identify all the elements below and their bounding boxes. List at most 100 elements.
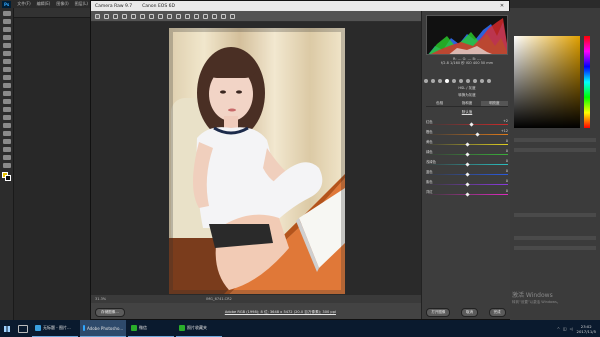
- hand-tool-icon[interactable]: [104, 13, 109, 19]
- eyedropper-tool-icon[interactable]: [2, 51, 11, 56]
- convert-grayscale-checkbox[interactable]: 转换为灰度: [422, 93, 512, 98]
- crop-tool-icon[interactable]: [140, 13, 145, 19]
- brush-tool-icon[interactable]: [2, 67, 11, 72]
- hue-slider[interactable]: [584, 36, 590, 128]
- zoom-tool-icon[interactable]: [95, 13, 100, 19]
- eraser-tool-icon[interactable]: [2, 91, 11, 96]
- close-icon[interactable]: ✕: [495, 3, 509, 9]
- hand-tool-icon[interactable]: [2, 155, 11, 160]
- taskbar-item[interactable]: 照片收藏夹: [176, 320, 222, 337]
- radial-filter-icon[interactable]: [203, 13, 208, 19]
- gradient-tool-icon[interactable]: [2, 99, 11, 104]
- split-toning-icon[interactable]: [452, 78, 456, 83]
- slider-value[interactable]: +2: [503, 119, 508, 123]
- save-image-button[interactable]: 存储图像...: [95, 307, 125, 317]
- rotate-cw-icon[interactable]: [230, 13, 235, 19]
- slider-handle[interactable]: [465, 141, 470, 147]
- slider-handle[interactable]: [469, 121, 474, 127]
- color-sampler-tool-icon[interactable]: [122, 13, 127, 19]
- taskbar-item-photoshop[interactable]: Adobe Photosho...: [80, 320, 126, 337]
- menu-layer[interactable]: 图层(L): [75, 1, 88, 7]
- slider-handle[interactable]: [465, 161, 470, 167]
- done-button[interactable]: 完成: [488, 307, 506, 317]
- menu-file[interactable]: 文件(F): [17, 1, 30, 7]
- open-image-button[interactable]: 打开图像: [426, 307, 451, 317]
- lens-corrections-icon[interactable]: [459, 78, 463, 83]
- hsl-icon[interactable]: [445, 78, 449, 83]
- slider-track[interactable]: [426, 134, 508, 136]
- rotate-ccw-icon[interactable]: [221, 13, 226, 19]
- menu-image[interactable]: 图像(I): [56, 1, 68, 7]
- red-eye-tool-icon[interactable]: [176, 13, 181, 19]
- network-icon[interactable]: ◫: [563, 326, 567, 331]
- slider-value[interactable]: 0: [506, 159, 508, 163]
- clone-stamp-tool-icon[interactable]: [2, 75, 11, 80]
- taskbar-item[interactable]: 无标题 - 图片...: [32, 320, 78, 337]
- slider-handle[interactable]: [474, 131, 480, 137]
- graduated-filter-icon[interactable]: [194, 13, 199, 19]
- slider-value[interactable]: 0: [506, 179, 508, 183]
- shape-tool-icon[interactable]: [2, 147, 11, 152]
- type-tool-icon[interactable]: [2, 131, 11, 136]
- preferences-icon[interactable]: [212, 13, 217, 19]
- slider-handle[interactable]: [465, 171, 470, 177]
- detail-icon[interactable]: [438, 78, 442, 83]
- pen-tool-icon[interactable]: [2, 123, 11, 128]
- image-preview[interactable]: [91, 22, 421, 295]
- presets-icon[interactable]: [480, 78, 484, 83]
- quick-select-tool-icon[interactable]: [2, 35, 11, 40]
- slider-track[interactable]: [426, 124, 508, 126]
- slider-handle[interactable]: [465, 181, 470, 187]
- task-view-icon[interactable]: [18, 324, 28, 333]
- path-select-tool-icon[interactable]: [2, 139, 11, 144]
- slider-value[interactable]: 0: [506, 139, 508, 143]
- tab-hue[interactable]: 色相: [426, 101, 454, 107]
- healing-brush-tool-icon[interactable]: [2, 59, 11, 64]
- slider-value[interactable]: 0: [506, 169, 508, 173]
- camera-raw-dialog: Camera Raw 9.7 Canon EOS 6D ✕ 31.3% IMG_…: [90, 0, 512, 320]
- camera-calibration-icon[interactable]: [473, 78, 477, 83]
- taskbar-item-wechat[interactable]: 微信: [128, 320, 174, 337]
- adjustment-brush-icon[interactable]: [185, 13, 190, 19]
- tray-arrow-icon[interactable]: ^: [557, 326, 560, 331]
- tone-curve-icon[interactable]: [431, 78, 435, 83]
- clock[interactable]: 23:02 2017/11/5: [577, 324, 596, 334]
- zoom-level[interactable]: 31.3%: [95, 297, 106, 301]
- default-link[interactable]: 默认值: [422, 110, 512, 115]
- spot-removal-tool-icon[interactable]: [167, 13, 172, 19]
- color-picker-field[interactable]: [514, 36, 580, 128]
- dodge-tool-icon[interactable]: [2, 115, 11, 120]
- basic-panel-icon[interactable]: [424, 78, 428, 83]
- history-brush-tool-icon[interactable]: [2, 83, 11, 88]
- tab-luminance[interactable]: 明亮度: [480, 101, 508, 107]
- snapshots-icon[interactable]: [487, 78, 491, 83]
- cancel-button[interactable]: 取消: [460, 307, 478, 317]
- white-balance-tool-icon[interactable]: [113, 13, 118, 19]
- zoom-tool-icon[interactable]: [2, 163, 11, 168]
- tab-saturation[interactable]: 饱和度: [453, 101, 481, 107]
- slider-row: 洋红 0: [426, 189, 508, 197]
- histogram: [426, 15, 508, 55]
- foreground-background-swatch[interactable]: [1, 172, 12, 182]
- slider-value[interactable]: +12: [501, 129, 508, 133]
- start-button[interactable]: [0, 320, 14, 337]
- slider-value[interactable]: 0: [506, 189, 508, 193]
- targeted-adjustment-tool-icon[interactable]: [131, 13, 136, 19]
- marquee-tool-icon[interactable]: [2, 19, 11, 24]
- slider-row: 橙色 +12: [426, 129, 508, 137]
- transform-tool-icon[interactable]: [158, 13, 163, 19]
- slider-handle[interactable]: [465, 151, 470, 157]
- camera-raw-titlebar: Camera Raw 9.7 Canon EOS 6D ✕: [91, 1, 509, 11]
- slider-value[interactable]: 0: [506, 149, 508, 153]
- effects-icon[interactable]: [466, 78, 470, 83]
- blur-tool-icon[interactable]: [2, 107, 11, 112]
- crop-tool-icon[interactable]: [2, 43, 11, 48]
- move-tool-icon[interactable]: [2, 11, 11, 16]
- workflow-options-link[interactable]: Adobe RGB (1998); 8 位; 3648 x 5472 (20.0…: [225, 310, 336, 315]
- volume-icon[interactable]: ◁: [570, 326, 573, 331]
- slider-handle[interactable]: [465, 191, 470, 197]
- hsl-subtabs: 色相 饱和度 明亮度: [426, 101, 508, 107]
- menu-edit[interactable]: 编辑(E): [37, 1, 51, 7]
- straighten-tool-icon[interactable]: [149, 13, 154, 19]
- lasso-tool-icon[interactable]: [2, 27, 11, 32]
